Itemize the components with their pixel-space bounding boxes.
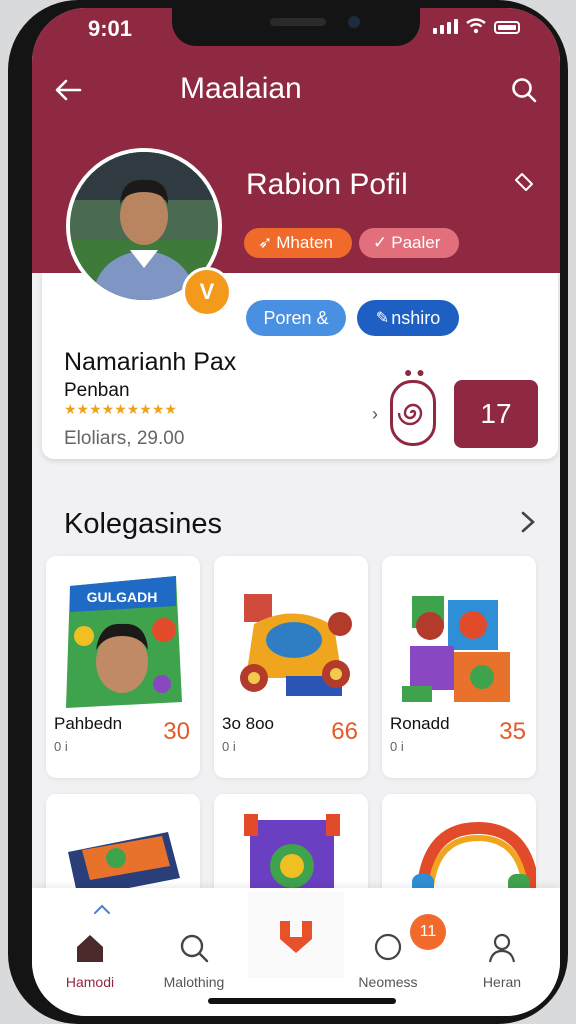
toy-car-image — [240, 594, 352, 696]
verified-badge: V — [182, 267, 232, 317]
search-icon — [512, 78, 537, 103]
blocks-image — [402, 596, 510, 702]
home-icon — [77, 935, 103, 962]
center-logo-button[interactable] — [248, 892, 344, 978]
section-title: Kolegasines — [64, 508, 222, 540]
user-name: Namarianh Pax — [64, 348, 237, 376]
product-name: 3o 8oo — [222, 714, 274, 733]
search-button[interactable] — [504, 70, 544, 110]
section-more-button[interactable] — [520, 510, 536, 539]
tag-icon — [515, 173, 533, 191]
product-name: Pahbedn — [54, 714, 123, 733]
product-price: 66 — [331, 718, 358, 745]
status-time: 9:01 — [88, 16, 133, 41]
notification-badge: 11 — [410, 914, 446, 950]
edit-button[interactable] — [510, 168, 538, 196]
chevron-right-icon[interactable]: › — [372, 404, 378, 425]
profile-title: Rabion Pofil — [246, 168, 408, 201]
swirl-icon — [398, 403, 423, 426]
product-name: Ronadd — [390, 714, 450, 733]
product-card-1[interactable]: GULGADH Pahbedn 0 i 30 — [46, 556, 200, 778]
product-sub: 0 i — [54, 739, 68, 754]
signal-icon — [433, 18, 458, 34]
check-icon: ✓ — [373, 233, 388, 252]
product-price: 30 — [163, 718, 190, 745]
chevron-up-icon[interactable] — [92, 902, 112, 916]
chevron-right-icon — [521, 511, 535, 533]
swirl-badge[interactable] — [390, 380, 436, 446]
tab-home[interactable]: Hamodi — [40, 932, 140, 1002]
chip-mhaten[interactable]: ➶ Mhaten — [244, 228, 352, 258]
product-price: 35 — [499, 718, 526, 745]
back-arrow-icon — [55, 79, 82, 101]
pen-icon: ✎ — [375, 310, 390, 327]
chip-paaler[interactable]: ✓ Paaler — [359, 228, 459, 258]
screen: 9:01 Maalaian V Rabion Pofil ➶ Mhaten ✓ … — [32, 8, 560, 1016]
person-icon — [488, 933, 516, 963]
snack-pack-image: GULGADH — [66, 576, 182, 708]
wifi-icon — [466, 18, 486, 34]
product-card-3[interactable]: Ronadd 0 i 35 — [382, 556, 536, 778]
home-indicator[interactable] — [208, 998, 396, 1004]
tab-profile[interactable]: Heran — [452, 932, 552, 1002]
user-role: Penban — [64, 380, 130, 401]
status-icons — [433, 18, 520, 34]
notch — [172, 8, 420, 46]
product-card-2[interactable]: 3o 8oo 0 i 66 — [214, 556, 368, 778]
chat-icon — [374, 933, 402, 961]
back-button[interactable] — [48, 70, 88, 110]
product-sub: 0 i — [390, 739, 404, 754]
page-title: Maalaian — [180, 72, 302, 105]
pill-nshiro[interactable]: ✎ nshiro — [357, 300, 459, 336]
count-box[interactable]: 17 — [454, 380, 538, 448]
search-icon — [180, 934, 209, 963]
product-sub: 0 i — [222, 739, 236, 754]
phone-frame: 9:01 Maalaian V Rabion Pofil ➶ Mhaten ✓ … — [8, 0, 568, 1024]
battery-icon — [494, 21, 520, 34]
pack-label: GULGADH — [87, 589, 158, 605]
brand-logo-icon — [280, 921, 312, 953]
dots-icon: ● ● — [404, 364, 425, 380]
user-followers: Eloliars, 29.00 — [64, 428, 185, 449]
pill-poren[interactable]: Poren & — [246, 300, 346, 336]
arrow-icon: ➶ — [258, 233, 273, 252]
tab-search[interactable]: Malothing — [144, 932, 244, 1002]
rating-stars: ★★★★★★★★★ — [64, 401, 177, 417]
